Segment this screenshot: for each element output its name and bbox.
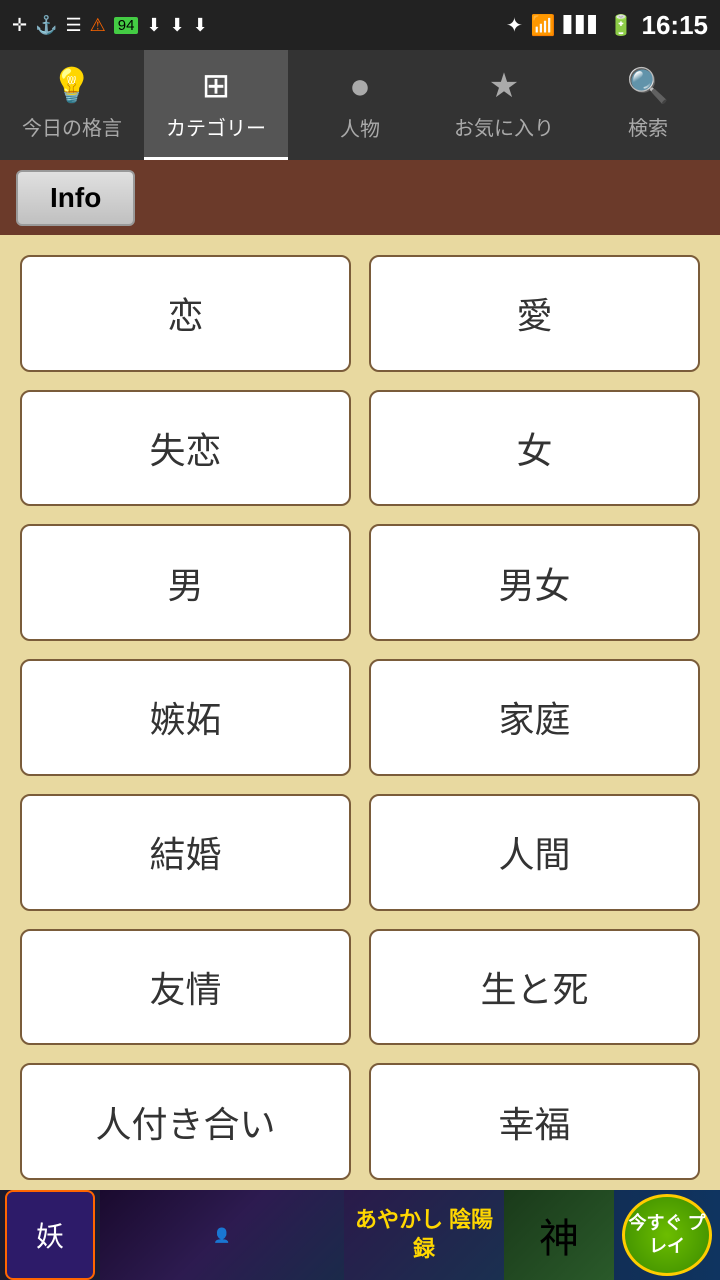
category-love[interactable]: 恋 <box>20 255 351 372</box>
time-display: 16:15 <box>642 10 709 41</box>
info-button[interactable]: Info <box>16 170 135 226</box>
ad-char-icon: 神 <box>504 1190 614 1280</box>
tab-search[interactable]: 🔍 検索 <box>576 50 720 160</box>
category-man[interactable]: 男 <box>20 524 351 641</box>
ad-left-icon: 妖 <box>5 1190 95 1280</box>
ad-title-area: あやかし 陰陽録 <box>344 1190 504 1280</box>
ad-title-text: あやかし 陰陽録 <box>344 1206 504 1263</box>
ad-banner[interactable]: 妖 👤 あやかし 陰陽録 神 今すぐ プレイ <box>0 1190 720 1280</box>
tab-category[interactable]: ⊞ カテゴリー <box>144 50 288 160</box>
tab-category-label: カテゴリー <box>166 112 266 141</box>
ad-middle-image: 👤 <box>100 1190 344 1280</box>
category-woman[interactable]: 女 <box>369 390 700 507</box>
plus-icon: ✛ <box>12 15 27 36</box>
status-icons-left: ✛ ⚓ ☰ ⚠ 94 ⬇ ⬇ ⬇ <box>12 15 208 36</box>
download2-icon: ⬇ <box>170 15 185 36</box>
category-ai[interactable]: 愛 <box>369 255 700 372</box>
warning-icon: ⚠ <box>90 15 106 36</box>
tab-today-label: 今日の格言 <box>22 112 122 141</box>
tab-people-label: 人物 <box>340 113 380 142</box>
usb-icon: ⚓ <box>35 15 57 36</box>
tab-today[interactable]: 💡 今日の格言 <box>0 50 144 160</box>
ad-cta-button[interactable]: 今すぐ プレイ <box>622 1194 712 1276</box>
status-icons-right: ✦ 📶 ▋▋▋ 🔋 16:15 <box>506 10 708 41</box>
bulb-icon: 💡 <box>51 66 93 106</box>
star-icon: ★ <box>489 66 519 106</box>
category-jealousy[interactable]: 嫉妬 <box>20 659 351 776</box>
status-bar: ✛ ⚓ ☰ ⚠ 94 ⬇ ⬇ ⬇ ✦ 📶 ▋▋▋ 🔋 16:15 <box>0 0 720 50</box>
category-happiness[interactable]: 幸福 <box>369 1063 700 1180</box>
category-socializing[interactable]: 人付き合い <box>20 1063 351 1180</box>
bluetooth-icon: ✦ <box>506 13 523 38</box>
ad-content: 妖 👤 あやかし 陰陽録 神 今すぐ プレイ <box>0 1190 720 1280</box>
pacman-icon: ● <box>349 65 371 107</box>
tab-people[interactable]: ● 人物 <box>288 50 432 160</box>
tab-search-label: 検索 <box>628 112 668 141</box>
tab-favorites-label: お気に入り <box>454 112 554 141</box>
category-family[interactable]: 家庭 <box>369 659 700 776</box>
god-icon: 神 <box>539 1206 579 1264</box>
battery-icon: 🔋 <box>609 13 634 38</box>
ad-cta-text: 今すぐ プレイ <box>625 1212 709 1259</box>
magnifier-icon: 🔍 <box>627 66 669 106</box>
category-human[interactable]: 人間 <box>369 794 700 911</box>
info-header: Info <box>0 160 720 235</box>
category-shitsuren[interactable]: 失恋 <box>20 390 351 507</box>
signal-icon: ▋▋▋ <box>564 15 601 35</box>
android-icon: ☰ <box>66 15 82 36</box>
grid-icon: ⊞ <box>202 66 231 106</box>
category-marriage[interactable]: 結婚 <box>20 794 351 911</box>
category-life-death[interactable]: 生と死 <box>369 929 700 1046</box>
categories-grid: 恋 愛 失恋 女 男 男女 嫉妬 家庭 結婚 人間 友情 生と死 人付き合い 幸… <box>0 235 720 1190</box>
download1-icon: ⬇ <box>146 15 161 36</box>
battery-level-icon: 94 <box>114 17 139 34</box>
youkai-icon: 妖 <box>36 1215 64 1255</box>
category-couple[interactable]: 男女 <box>369 524 700 641</box>
wifi-icon: 📶 <box>531 13 556 38</box>
category-friendship[interactable]: 友情 <box>20 929 351 1046</box>
download3-icon: ⬇ <box>193 15 208 36</box>
tab-bar: 💡 今日の格言 ⊞ カテゴリー ● 人物 ★ お気に入り 🔍 検索 <box>0 50 720 160</box>
tab-favorites[interactable]: ★ お気に入り <box>432 50 576 160</box>
